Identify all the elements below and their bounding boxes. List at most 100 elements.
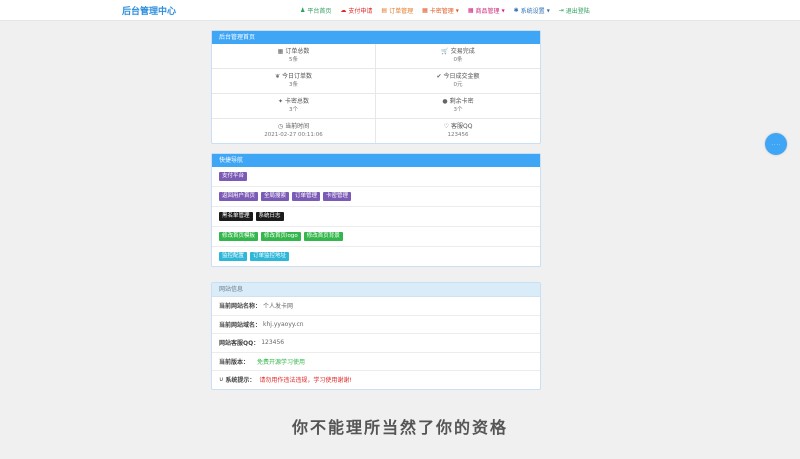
cloud-icon: ☁ bbox=[340, 6, 347, 14]
caret-down-icon: ▼ bbox=[455, 7, 459, 13]
stat-label-text: 交易完成 bbox=[450, 48, 475, 55]
quick-nav-button[interactable]: 返回用户首页 bbox=[219, 192, 259, 201]
nav-label: 商品管理 bbox=[475, 7, 500, 15]
nav-label: 系统设置 bbox=[520, 7, 545, 15]
info-value: 免费开源学习使用 bbox=[257, 358, 306, 366]
stat-value: 2021-02-27 00:11:06 bbox=[264, 132, 323, 138]
quick-nav-button[interactable]: 订单管理 bbox=[292, 192, 321, 201]
dot-icon: ● bbox=[442, 98, 448, 105]
site-info-title: 网站信息 bbox=[212, 283, 540, 297]
stat-label: ❦ 今日订单数 bbox=[275, 73, 312, 81]
quick-nav-button[interactable]: 修改首页背景 bbox=[303, 232, 343, 241]
stat-label-text: 今日订单数 bbox=[282, 73, 313, 80]
nav-label: 卡密管理 bbox=[429, 7, 454, 15]
info-label: 当前网站名称： bbox=[219, 303, 262, 311]
quick-nav-title: 快捷导航 bbox=[212, 154, 540, 167]
stats-grid: ▦ 订单总数 5条 🛒 交易完成 0条 ❦ 今日订单数 3条 ✔ 今日成交金额 0元 ✦ 卡密总数 3个 ● 剩… bbox=[212, 44, 540, 143]
info-value: 123456 bbox=[261, 339, 285, 347]
stat-label-text: 当前时间 bbox=[285, 123, 310, 130]
info-label: 系统提示： bbox=[225, 377, 256, 385]
top-navbar: 后台管理中心 ♟ 平台首页 ☁ 支付申请 ▤ 订单管理 ▦ 卡密管理 ▼ ▦ 商品管理 ▼ ✱ 系统设置 ▼… bbox=[0, 0, 800, 21]
stat-value: 5条 bbox=[289, 57, 298, 63]
orders-icon: ▤ bbox=[381, 6, 388, 14]
stat-label: ✔ 今日成交金额 bbox=[436, 73, 479, 81]
stat-value: 3个 bbox=[289, 107, 298, 113]
nav-item-4[interactable]: ▦ 商品管理 ▼ bbox=[468, 6, 505, 15]
home-panel: 后台管理首页 ▦ 订单总数 5条 🛒 交易完成 0条 ❦ 今日订单数 3条 ✔ 今日成交金额 0元 ✦ 卡… bbox=[211, 30, 541, 144]
quick-nav-row: 支付平台 bbox=[212, 167, 540, 187]
stat-label-text: 今日成交金额 bbox=[443, 73, 480, 80]
stat-label-text: 剩余卡密 bbox=[449, 98, 474, 105]
nav-item-6[interactable]: ⇥ 退出登陆 bbox=[559, 6, 590, 15]
stat-label: ◷ 当前时间 bbox=[278, 123, 309, 131]
stat-cell: ✦ 卡密总数 3个 bbox=[212, 94, 376, 119]
nav-item-2[interactable]: ▤ 订单管理 bbox=[381, 6, 413, 15]
stat-cell: ◷ 当前时间 2021-02-27 00:11:06 bbox=[212, 119, 376, 143]
quick-nav-button[interactable]: 全局搜索 bbox=[261, 192, 290, 201]
info-value: khj.yyaoyy.cn bbox=[263, 320, 304, 328]
stat-label-text: 订单总数 bbox=[285, 48, 310, 55]
nav-label: 订单管理 bbox=[389, 7, 414, 15]
quick-nav-row: 修改首页模板 修改首页logo 修改首页背景 bbox=[212, 227, 540, 247]
nav-item-5[interactable]: ✱ 系统设置 ▼ bbox=[514, 6, 550, 15]
site-info-row: ∪ 系统提示： 请勿用作违法违规，学习使用谢谢! bbox=[212, 371, 540, 389]
stat-label: ♡ 客服QQ bbox=[444, 123, 473, 131]
quick-nav-button[interactable]: 修改首页logo bbox=[261, 232, 301, 241]
clock-icon: ◷ bbox=[277, 123, 284, 130]
quick-nav-button[interactable]: 支付平台 bbox=[219, 172, 248, 181]
quick-nav-body: 支付平台 返回用户首页 全局搜索 订单管理 卡密管理 黑名单管理 系统日志 修改首页模板 修改首… bbox=[212, 167, 540, 266]
main-nav: ♟ 平台首页 ☁ 支付申请 ▤ 订单管理 ▦ 卡密管理 ▼ ▦ 商品管理 ▼ ✱ 系统设置 ▼ ⇥ 退出登陆 bbox=[300, 0, 590, 20]
stat-label: 🛒 交易完成 bbox=[441, 48, 475, 56]
quick-nav-button[interactable]: 订单监控地址 bbox=[250, 252, 290, 261]
stat-cell: ✔ 今日成交金额 0元 bbox=[376, 69, 540, 94]
heart-icon: ♡ bbox=[443, 123, 449, 130]
quick-nav-button[interactable]: 卡密管理 bbox=[323, 192, 352, 201]
nav-label: 平台首页 bbox=[307, 7, 332, 15]
info-label: 当前版本： bbox=[219, 358, 250, 366]
home-panel-title: 后台管理首页 bbox=[212, 31, 540, 44]
quick-nav-button[interactable]: 修改首页模板 bbox=[219, 232, 259, 241]
nav-label: 支付申请 bbox=[348, 7, 373, 15]
stat-value: 3个 bbox=[453, 107, 463, 113]
cart-icon: 🛒 bbox=[441, 48, 449, 55]
quick-nav-button[interactable]: 黑名单管理 bbox=[219, 212, 253, 221]
stat-label-text: 卡密总数 bbox=[285, 98, 310, 105]
user-icon: ♟ bbox=[300, 6, 306, 14]
logout-icon: ⇥ bbox=[558, 6, 564, 14]
nav-item-3[interactable]: ▦ 卡密管理 ▼ bbox=[422, 6, 459, 15]
nav-item-1[interactable]: ☁ 支付申请 bbox=[340, 6, 372, 15]
grid-icon: ▦ bbox=[277, 48, 284, 55]
quick-nav-button[interactable]: 监控配置 bbox=[219, 252, 248, 261]
site-info-row: 网站客服QQ： 123456 bbox=[212, 334, 540, 353]
quick-nav-panel: 快捷导航 支付平台返回用户首页 全局搜索 订单管理 卡密管理黑名单管理 系统日志修改首页… bbox=[211, 153, 541, 267]
nav-label: 退出登陆 bbox=[565, 7, 590, 15]
magnet-icon: ∪ bbox=[219, 376, 224, 384]
stat-label: ✦ 卡密总数 bbox=[278, 98, 309, 106]
stat-cell: ▦ 订单总数 5条 bbox=[212, 44, 376, 69]
site-info-row: 当前网站名称： 个人发卡网 bbox=[212, 297, 540, 316]
floating-button[interactable]: · · · · bbox=[765, 133, 787, 155]
info-value: 请勿用作违法违规，学习使用谢谢! bbox=[259, 377, 352, 385]
quick-nav-button[interactable]: 系统日志 bbox=[255, 212, 284, 221]
caret-down-icon: ▼ bbox=[501, 7, 505, 13]
site-info-panel: 网站信息 当前网站名称： 个人发卡网 当前网站域名： khj.yyaoyy.cn 网站客… bbox=[211, 282, 541, 390]
products-icon: ▦ bbox=[467, 6, 474, 14]
stat-cell: ● 剩余卡密 3个 bbox=[376, 94, 540, 119]
site-info-row: 当前网站域名： khj.yyaoyy.cn bbox=[212, 316, 540, 334]
site-info-row: 当前版本： 免费开源学习使用 bbox=[212, 353, 540, 371]
quick-nav-row: 监控配置 订单监控地址 bbox=[212, 247, 540, 266]
stat-value: 123456 bbox=[447, 132, 469, 138]
gear-icon: ✱ bbox=[513, 6, 519, 14]
leaf-icon: ❦ bbox=[274, 73, 280, 80]
brand-title[interactable]: 后台管理中心 bbox=[122, 4, 176, 17]
stat-label: ● 剩余卡密 bbox=[442, 98, 473, 106]
info-label: 当前网站域名： bbox=[219, 321, 262, 329]
stat-label: ▦ 订单总数 bbox=[278, 48, 310, 56]
stat-value: 3条 bbox=[289, 82, 298, 88]
pin-icon: ✦ bbox=[277, 98, 283, 105]
stat-cell: 🛒 交易完成 0条 bbox=[376, 44, 540, 69]
stat-cell: ❦ 今日订单数 3条 bbox=[212, 69, 376, 94]
info-value: 个人发卡网 bbox=[263, 303, 294, 311]
nav-item-0[interactable]: ♟ 平台首页 bbox=[300, 6, 331, 15]
info-label: 网站客服QQ： bbox=[219, 340, 260, 348]
